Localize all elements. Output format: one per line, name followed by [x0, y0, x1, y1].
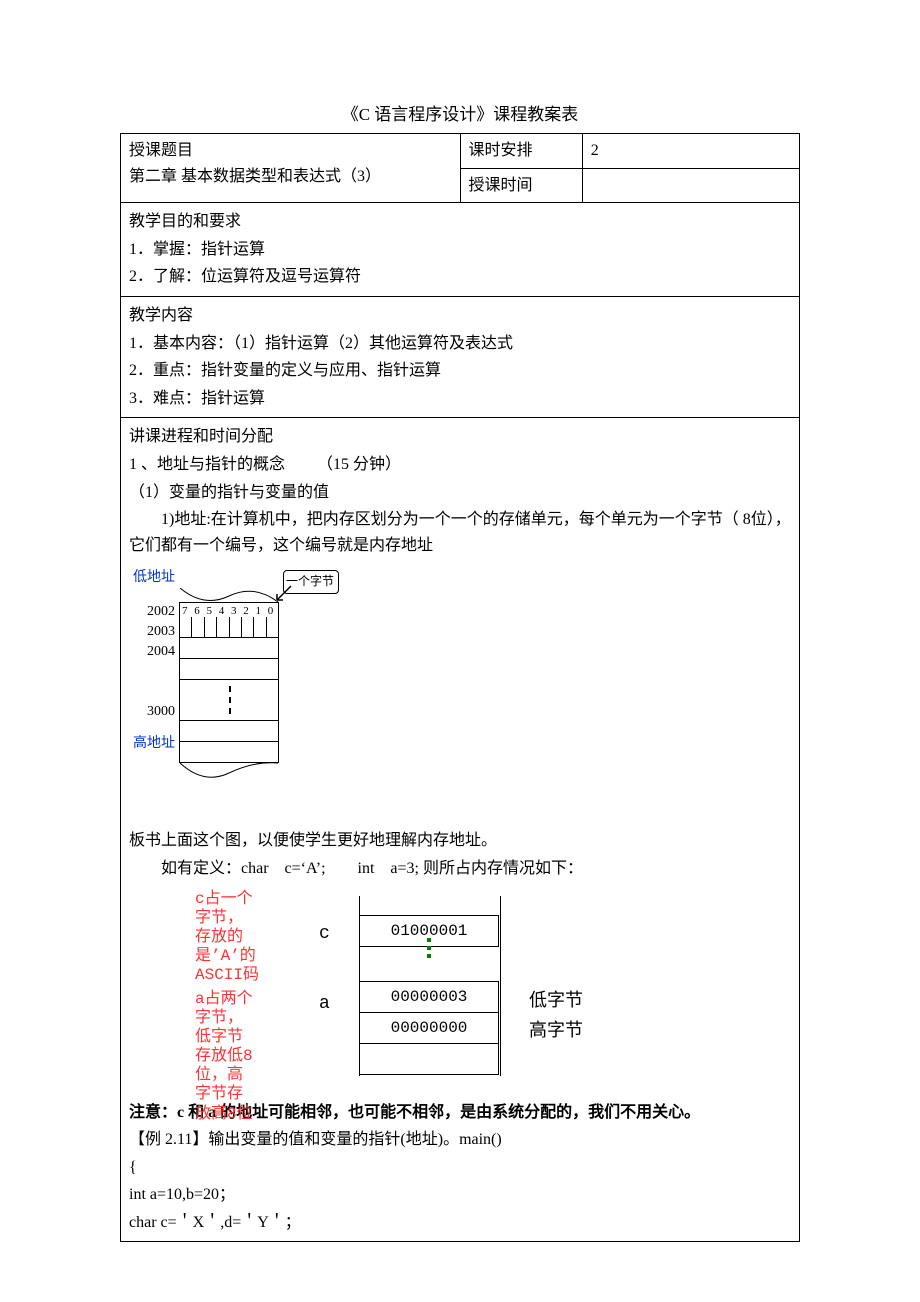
memory-gap [179, 680, 279, 720]
process-sec1-addr: 1)地址:在计算机中，把内存区划分为一个一个的存储单元，每个单元为一个字节（ 8… [129, 507, 791, 558]
mem-cell-a-high: 00000000 [359, 1012, 499, 1044]
addr-3000: 3000 [133, 702, 179, 722]
byte-row [179, 659, 279, 680]
example-2-11-heading: 【例 2.11】输出变量的值和变量的指针(地址)。main() [129, 1127, 791, 1153]
topic-value: 第二章 基本数据类型和表达式（3） [129, 168, 381, 185]
process-heading: 讲课进程和时间分配 [129, 424, 791, 450]
code-line-3: char c=＇X＇,d=＇Y＇； [129, 1210, 791, 1236]
addr-2003: 2003 [133, 622, 179, 642]
time-label: 授课时间 [460, 168, 582, 203]
content-item-1: 1．基本内容：（1）指针运算（2）其他运算符及表达式 [129, 331, 791, 357]
code-line-1: { [129, 1155, 791, 1181]
var-a-label: a [319, 990, 330, 1019]
callout-arrow-icon [275, 584, 295, 604]
byte-row [179, 742, 279, 763]
mem-cell-empty [359, 1043, 499, 1075]
low-byte-label: 低字节 [529, 986, 583, 1015]
lesson-plan-table: 授课题目 第二章 基本数据类型和表达式（3） 课时安排 2 授课时间 教学目的和… [120, 133, 800, 1242]
low-address-label: 低地址 [133, 568, 179, 588]
content-item-3: 3．难点：指针运算 [129, 386, 791, 412]
char-int-memory-diagram: c占一个 字节， 存放的 是’A’的 ASCII码 a占两个 字节， 低字节 存… [159, 890, 639, 1090]
content-item-2: 2．重点：指针变量的定义与应用、指针运算 [129, 358, 791, 384]
topic-label: 授课题目 [129, 142, 193, 159]
high-address-label: 高地址 [133, 734, 179, 754]
objectives-item-2: 2．了解：位运算符及逗号运算符 [129, 264, 791, 290]
addr-2002: 2002 [133, 602, 179, 622]
memory-address-diagram: 低地址 2002 2003 2004 3000 高地址 [133, 568, 303, 808]
objectives-item-1: 1．掌握：指针运算 [129, 237, 791, 263]
hours-value: 2 [582, 134, 799, 169]
high-byte-label: 高字节 [529, 1016, 583, 1045]
bit-header: 7 6 5 4 3 2 1 0 [179, 602, 279, 617]
byte-row [179, 638, 279, 659]
doc-title: 《C 语言程序设计》课程教案表 [120, 100, 800, 125]
time-value [582, 168, 799, 203]
content-heading: 教学内容 [129, 303, 791, 329]
c-byte-note: c占一个 字节， 存放的 是’A’的 ASCII码 [195, 890, 259, 986]
code-line-2: int a=10,b=20； [129, 1182, 791, 1208]
byte-row [179, 720, 279, 742]
process-sec1-title: 1 、地址与指针的概念 （15 分钟） [129, 452, 791, 478]
ellipsis-dots-icon [427, 934, 431, 962]
after-diagram1-line2: 如有定义：char c=‘A’; int a=3; 则所占内存情况如下： [129, 856, 791, 882]
process-sec1-sub1: （1）变量的指针与变量的值 [129, 480, 791, 506]
a-byte-note: a占两个 字节， 低字节 存放低8 位，高 字节存 放高8位 [195, 990, 253, 1124]
objectives-heading: 教学目的和要求 [129, 209, 791, 235]
hours-label: 课时安排 [460, 134, 582, 169]
after-diagram1-line1: 板书上面这个图，以便使学生更好地理解内存地址。 [129, 828, 791, 854]
addr-2004: 2004 [133, 642, 179, 662]
mem-cell-a-low: 00000003 [359, 981, 499, 1013]
var-c-label: c [319, 920, 330, 949]
one-byte-callout: 一个字节 [283, 570, 339, 593]
byte-row [179, 617, 279, 638]
